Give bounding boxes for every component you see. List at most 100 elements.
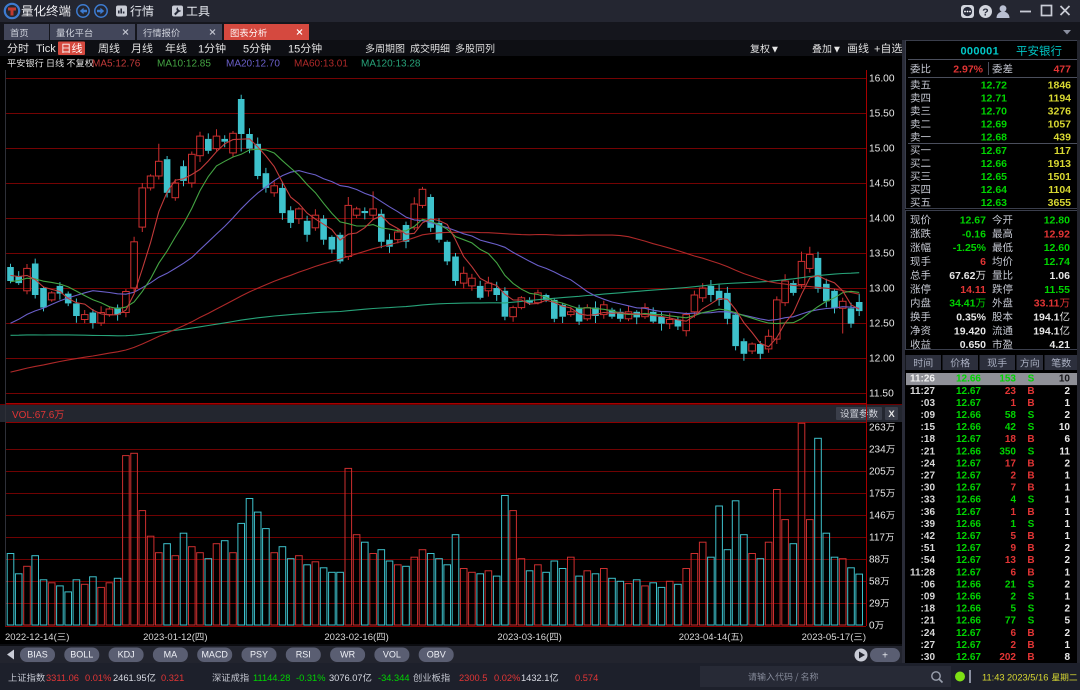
svg-text:12.74: 12.74 — [1044, 256, 1070, 268]
svg-text:12.00: 12.00 — [869, 354, 895, 365]
svg-text:12.67: 12.67 — [956, 458, 981, 469]
svg-text:B: B — [1027, 434, 1034, 445]
svg-text:14.00: 14.00 — [869, 214, 895, 225]
svg-text:000001: 000001 — [960, 46, 999, 58]
svg-text:12.66: 12.66 — [956, 410, 981, 421]
svg-text:1: 1 — [1064, 531, 1070, 542]
svg-text:0.574: 0.574 — [575, 673, 598, 683]
svg-text:1057: 1057 — [1048, 119, 1072, 131]
svg-text::51: :51 — [921, 543, 936, 554]
svg-text:S: S — [1028, 495, 1035, 506]
svg-text:1: 1 — [1010, 519, 1016, 530]
svg-text:S: S — [1028, 519, 1035, 530]
svg-text::09: :09 — [921, 410, 936, 421]
svg-text:12.66: 12.66 — [956, 374, 981, 385]
svg-text::15: :15 — [921, 422, 936, 433]
svg-text:B: B — [1027, 458, 1034, 469]
svg-text:12.67: 12.67 — [956, 567, 981, 578]
svg-text:15.50: 15.50 — [869, 109, 895, 120]
svg-text:12.50: 12.50 — [869, 319, 895, 330]
svg-text:MA20:12.70: MA20:12.70 — [226, 59, 280, 70]
svg-text:OBV: OBV — [427, 650, 446, 660]
svg-text:12.65: 12.65 — [981, 171, 1007, 183]
svg-text:12.67: 12.67 — [956, 434, 981, 445]
svg-text:2: 2 — [1064, 579, 1070, 590]
svg-text:5: 5 — [1064, 616, 1070, 627]
svg-text:6: 6 — [1010, 567, 1016, 578]
svg-text:2.97%: 2.97% — [953, 64, 983, 76]
svg-text::33: :33 — [921, 495, 936, 506]
svg-text:15.00: 15.00 — [869, 144, 895, 155]
svg-text:2: 2 — [1010, 592, 1016, 603]
svg-text:3655: 3655 — [1048, 197, 1072, 209]
svg-text:1104: 1104 — [1048, 184, 1071, 196]
svg-text:): ) — [740, 632, 743, 643]
svg-text:21: 21 — [1005, 579, 1017, 590]
svg-text:77: 77 — [1005, 616, 1017, 627]
svg-text::27: :27 — [921, 471, 936, 482]
svg-text:B: B — [1027, 483, 1034, 494]
svg-text:0.650: 0.650 — [960, 339, 986, 351]
svg-text:205: 205 — [869, 467, 886, 478]
svg-text:): ) — [559, 632, 562, 643]
svg-text:12.92: 12.92 — [1044, 228, 1070, 240]
svg-text:117: 117 — [1054, 145, 1071, 157]
svg-text:1: 1 — [1064, 519, 1070, 530]
svg-text::18: :18 — [921, 434, 936, 445]
svg-text:0.01%: 0.01% — [85, 673, 111, 683]
svg-text:42: 42 — [1005, 422, 1017, 433]
svg-text:10: 10 — [1059, 374, 1071, 385]
svg-text:33.11: 33.11 — [1034, 298, 1060, 310]
svg-text:0.02%: 0.02% — [494, 673, 520, 683]
svg-text:58: 58 — [869, 577, 881, 588]
svg-text:2: 2 — [1064, 604, 1070, 615]
svg-text:1846: 1846 — [1048, 80, 1072, 92]
svg-text:11: 11 — [1059, 446, 1070, 457]
svg-text:B: B — [1027, 386, 1034, 397]
svg-text:2023-04-14(: 2023-04-14( — [679, 632, 732, 643]
svg-text:B: B — [1027, 567, 1034, 578]
svg-text:1: 1 — [1010, 398, 1016, 409]
svg-text:12.67: 12.67 — [956, 483, 981, 494]
svg-text:1194: 1194 — [1048, 93, 1071, 105]
svg-text:15: 15 — [288, 43, 300, 55]
svg-text:3276: 3276 — [1048, 106, 1072, 118]
svg-text:12.66: 12.66 — [956, 592, 981, 603]
svg-text:B: B — [1027, 471, 1034, 482]
svg-text:0.35%: 0.35% — [956, 311, 986, 323]
svg-text:VOL: VOL — [383, 650, 401, 660]
svg-text:2: 2 — [1064, 543, 1070, 554]
svg-text:194.1: 194.1 — [1033, 325, 1059, 337]
svg-text:0: 0 — [869, 621, 875, 632]
svg-text:88: 88 — [869, 555, 881, 566]
svg-text:5: 5 — [243, 43, 249, 55]
svg-text:11:27: 11:27 — [910, 386, 935, 397]
svg-text:S: S — [1028, 579, 1035, 590]
svg-text:12.80: 12.80 — [1044, 215, 1070, 227]
svg-text:13.00: 13.00 — [869, 284, 895, 295]
svg-text:12.67: 12.67 — [956, 386, 981, 397]
svg-text:?: ? — [982, 6, 988, 18]
svg-text::06: :06 — [921, 579, 936, 590]
svg-text:-1.25%: -1.25% — [953, 242, 987, 254]
svg-text:S: S — [1028, 446, 1035, 457]
svg-text:▼: ▼ — [770, 44, 780, 55]
svg-text:): ) — [863, 632, 866, 643]
svg-text::21: :21 — [921, 446, 936, 457]
svg-text:1: 1 — [1064, 495, 1070, 506]
svg-text:29: 29 — [869, 599, 881, 610]
svg-text:5: 5 — [1010, 604, 1016, 615]
svg-text:11:43: 11:43 — [982, 673, 1005, 683]
svg-text:12.69: 12.69 — [981, 119, 1007, 131]
svg-text:1913: 1913 — [1048, 158, 1072, 170]
svg-text:2: 2 — [1010, 471, 1016, 482]
svg-text:11.55: 11.55 — [1044, 284, 1070, 296]
svg-text:1: 1 — [1010, 507, 1016, 518]
svg-text:1: 1 — [1064, 640, 1070, 651]
svg-text:234: 234 — [869, 445, 886, 456]
svg-text:MACD: MACD — [201, 650, 228, 660]
svg-text:S: S — [1028, 616, 1035, 627]
svg-text:2461.95: 2461.95 — [113, 673, 147, 683]
svg-text:X: X — [888, 409, 895, 420]
svg-text::18: :18 — [921, 604, 936, 615]
